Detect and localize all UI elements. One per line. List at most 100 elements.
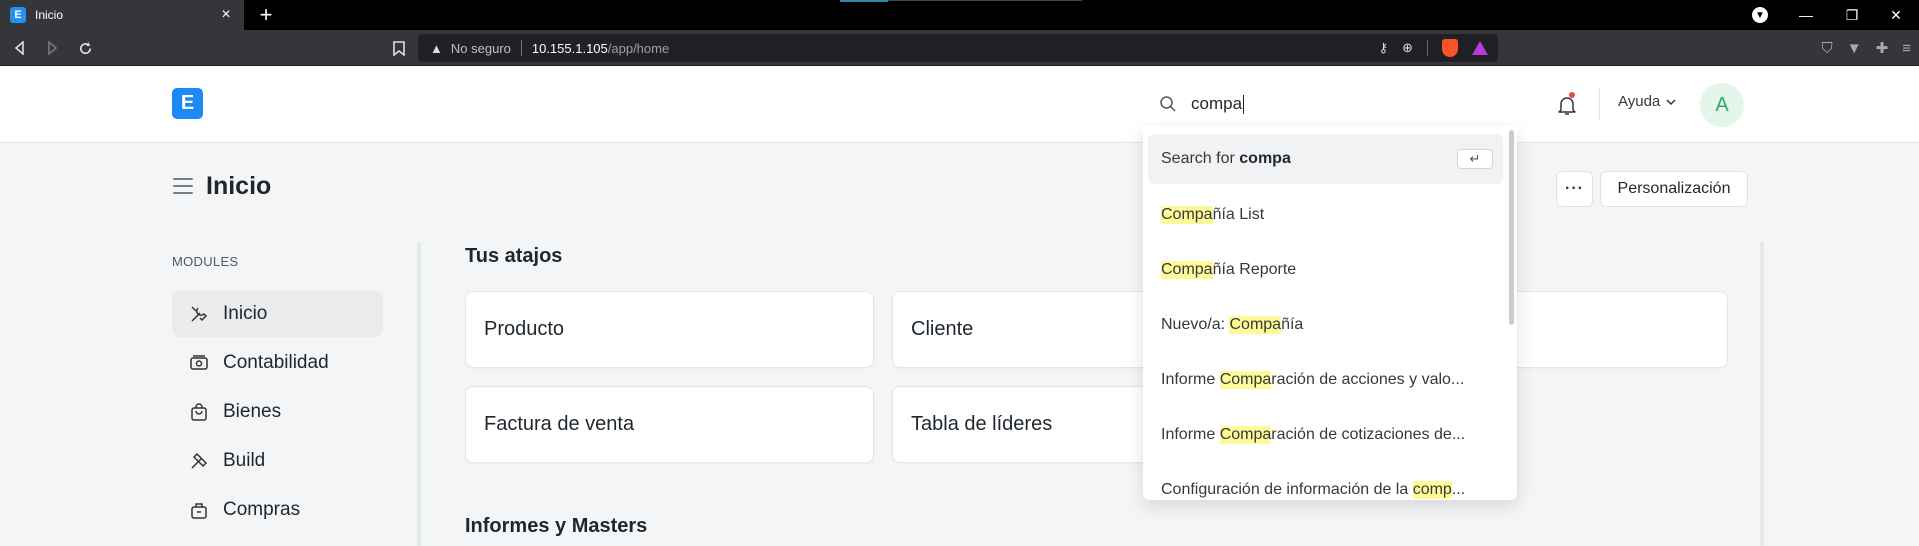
navbar-divider <box>1599 87 1600 121</box>
result-text-before: Informe <box>1161 371 1220 388</box>
vpn-extension-icon[interactable]: ▼ <box>1847 40 1862 57</box>
shortcut-card[interactable]: Factura de venta <box>465 386 874 463</box>
result-text-after: ... <box>1451 481 1466 498</box>
result-text-match: Compa <box>1219 371 1272 389</box>
extensions-puzzle-icon[interactable]: ✚ <box>1876 39 1889 57</box>
url-host: 10.155.1.105 <box>531 40 608 56</box>
tab-indicator <box>840 0 888 2</box>
search-result-item[interactable]: Compa ñía List <box>1148 190 1503 240</box>
search-result-item[interactable]: Nuevo/a: Compa ñía <box>1148 300 1503 350</box>
restore-icon[interactable]: ❐ <box>1829 0 1875 30</box>
tab-close-icon[interactable]: × <box>218 6 234 24</box>
url-path: /app/home <box>607 40 670 56</box>
purchase-icon <box>188 499 210 521</box>
sidebar-item-label: Bienes <box>223 401 282 422</box>
result-text-match: Compa <box>1161 261 1213 279</box>
forward-icon[interactable] <box>41 37 63 59</box>
result-text-match: comp <box>1412 481 1452 499</box>
text-caret <box>1243 95 1245 114</box>
tab-title: Inicio <box>35 8 64 22</box>
minimize-icon[interactable]: — <box>1783 0 1829 30</box>
result-text-after: ñía <box>1281 316 1304 333</box>
search-results-dropdown: Search for compa ↵ Compa ñía List Compa ñí… <box>1143 126 1517 500</box>
search-result-item[interactable]: Configuración de información de la comp.… <box>1148 465 1503 500</box>
search-result-item[interactable]: Informe Compa ración de acciones y valo..… <box>1148 355 1503 405</box>
build-icon <box>188 450 210 472</box>
browser-tab[interactable]: E Inicio × <box>0 0 244 30</box>
tools-icon <box>188 303 210 325</box>
brave-shield-icon[interactable] <box>1442 39 1458 57</box>
shortcut-label: Cliente <box>911 318 974 340</box>
key-icon[interactable]: ⚷ <box>1379 40 1389 56</box>
back-icon[interactable] <box>9 37 31 59</box>
sidebar-divider <box>417 242 421 546</box>
search-input[interactable]: compa <box>1143 82 1517 126</box>
omnibox-divider <box>1427 40 1428 56</box>
url-separator <box>520 40 522 56</box>
result-text-before: Configuración de información de la <box>1161 481 1413 498</box>
enter-key-icon: ↵ <box>1457 149 1493 169</box>
notification-dot <box>1569 92 1575 98</box>
chevron-down-icon <box>1666 93 1676 110</box>
accounting-icon <box>188 352 210 374</box>
shortcut-label: Factura de venta <box>484 413 635 435</box>
sidebar-item-inicio[interactable]: Inicio <box>172 291 383 337</box>
address-bar[interactable]: ▲ No seguro 10.155.1.105 /app/home ⚷ ⊕ <box>418 34 1498 62</box>
brave-rewards-icon[interactable] <box>1472 41 1488 55</box>
result-text-before: Informe <box>1161 426 1220 443</box>
bookmark-icon[interactable] <box>388 37 410 59</box>
warning-icon: ▲ <box>430 40 443 56</box>
shield-extension-icon[interactable]: ⛉ <box>1822 40 1833 57</box>
tab-indicator-line <box>888 0 1082 1</box>
result-text-after: ñía Reporte <box>1212 261 1297 278</box>
help-dropdown[interactable]: Ayuda <box>1618 93 1676 110</box>
app-navbar: E Ayuda A <box>0 67 1919 143</box>
shortcut-card[interactable]: Producto <box>465 291 874 368</box>
result-text-after: ración de acciones y valo... <box>1271 371 1465 388</box>
sidebar-item-label: Compras <box>223 499 301 520</box>
notification-bell-icon[interactable] <box>1555 93 1579 117</box>
sidebar-item-label: Contabilidad <box>223 352 329 373</box>
browser-tab-strip: E Inicio × + ▼ — ❐ ✕ <box>0 0 1919 30</box>
sidebar-item-label: Inicio <box>223 303 268 324</box>
sidebar-item-contabilidad[interactable]: Contabilidad <box>172 340 383 386</box>
search-for-prefix: Search for <box>1161 150 1240 167</box>
close-window-icon[interactable]: ✕ <box>1873 0 1919 30</box>
dropdown-scrollbar[interactable] <box>1509 130 1514 325</box>
search-result-item[interactable]: Compa ñía Reporte <box>1148 245 1503 295</box>
app-logo[interactable]: E <box>172 88 203 119</box>
sidebar-toggle-icon[interactable] <box>173 178 193 194</box>
search-icon <box>1160 96 1176 112</box>
modules-section-label: MODULES <box>172 254 239 269</box>
sidebar-item-bienes[interactable]: Bienes <box>172 389 383 435</box>
more-options-button[interactable]: ··· <box>1556 171 1593 207</box>
sidebar-item-label: Build <box>223 450 266 471</box>
search-for-option[interactable]: Search for compa ↵ <box>1148 134 1503 184</box>
result-text-before: Nuevo/a: <box>1161 316 1230 333</box>
result-text-match: Compa <box>1161 206 1213 224</box>
security-label[interactable]: No seguro <box>451 41 511 56</box>
download-icon[interactable]: ▼ <box>1737 0 1783 30</box>
tab-favicon-icon: E <box>10 7 26 23</box>
shortcut-label: Tabla de líderes <box>911 413 1053 435</box>
result-text-match: Compa <box>1229 316 1282 334</box>
shortcut-label: Producto <box>484 318 565 340</box>
search-for-term: compa <box>1239 150 1291 167</box>
main-right-border <box>1760 242 1764 546</box>
zoom-icon[interactable]: ⊕ <box>1402 40 1413 56</box>
browser-menu-icon[interactable]: ≡ <box>1902 40 1911 57</box>
new-tab-button[interactable]: + <box>254 3 278 27</box>
result-text-after: ñía List <box>1212 206 1265 223</box>
search-result-item[interactable]: Informe Compa ración de cotizaciones de..… <box>1148 410 1503 460</box>
result-text-after: ración de cotizaciones de... <box>1271 426 1466 443</box>
sidebar-item-compras[interactable]: Compras <box>172 487 383 533</box>
avatar[interactable]: A <box>1700 83 1744 127</box>
reload-icon[interactable] <box>74 37 96 59</box>
reports-section-title: Informes y Masters <box>465 515 648 537</box>
help-label: Ayuda <box>1618 93 1661 110</box>
sidebar-item-build[interactable]: Build <box>172 438 383 484</box>
shopping-bag-icon <box>188 401 210 423</box>
search-query: compa <box>1191 93 1243 113</box>
customize-button[interactable]: Personalización <box>1600 171 1748 207</box>
browser-toolbar: ▲ No seguro 10.155.1.105 /app/home ⚷ ⊕ ⛉… <box>0 30 1919 66</box>
